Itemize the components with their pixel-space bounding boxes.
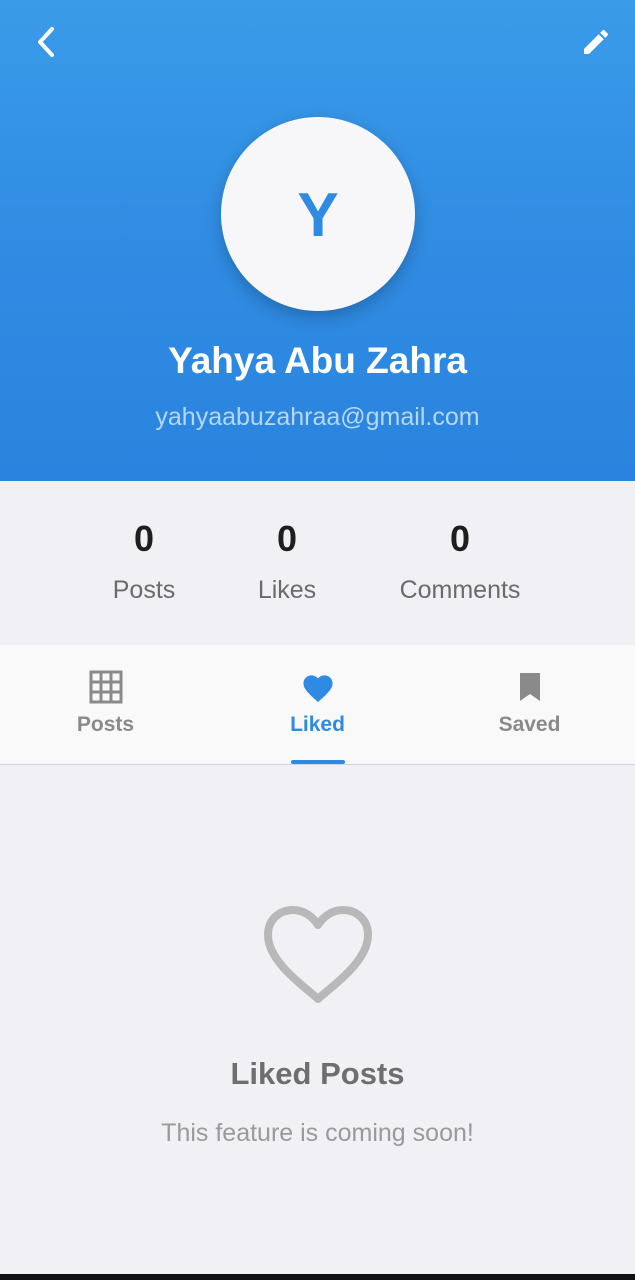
bookmark-icon (512, 669, 548, 705)
active-tab-indicator (291, 760, 345, 764)
empty-state-subtitle: This feature is coming soon! (161, 1119, 474, 1147)
stat-comments-label: Comments (399, 576, 521, 604)
profile-name: Yahya Abu Zahra (168, 340, 467, 381)
tab-posts-label: Posts (76, 713, 135, 736)
pencil-icon (584, 29, 609, 54)
tab-saved-label: Saved (498, 713, 561, 736)
stat-comments-value: 0 (449, 518, 471, 559)
avatar[interactable]: Y (221, 117, 415, 311)
bottom-edge-bar (0, 1274, 635, 1280)
liked-tab-content: Liked Posts This feature is coming soon! (0, 765, 635, 1274)
stat-likes[interactable]: 0 Likes (197, 517, 377, 606)
empty-state-title: Liked Posts (230, 1056, 405, 1091)
tab-liked-label: Liked (290, 713, 345, 736)
edit-profile-button[interactable] (576, 22, 616, 62)
profile-email: yahyaabuzahraa@gmail.com (155, 403, 480, 431)
avatar-initial: Y (297, 181, 339, 250)
profile-header: Y Yahya Abu Zahra yahyaabuzahraa@gmail.c… (0, 0, 635, 481)
tab-liked[interactable]: Liked (212, 645, 423, 764)
stat-likes-label: Likes (257, 576, 317, 604)
stats-row: 0 Posts 0 Likes 0 Comments (0, 481, 635, 645)
stat-likes-value: 0 (276, 518, 298, 559)
stat-comments[interactable]: 0 Comments (370, 517, 550, 606)
chevron-left-icon (38, 27, 54, 57)
grid-icon (88, 669, 124, 705)
heart-icon (300, 669, 336, 705)
back-button[interactable] (26, 22, 66, 62)
tab-posts[interactable]: Posts (0, 645, 211, 764)
profile-tabs: Posts Liked Saved (0, 645, 635, 765)
tab-saved[interactable]: Saved (424, 645, 635, 764)
heart-outline-icon (264, 906, 372, 1003)
